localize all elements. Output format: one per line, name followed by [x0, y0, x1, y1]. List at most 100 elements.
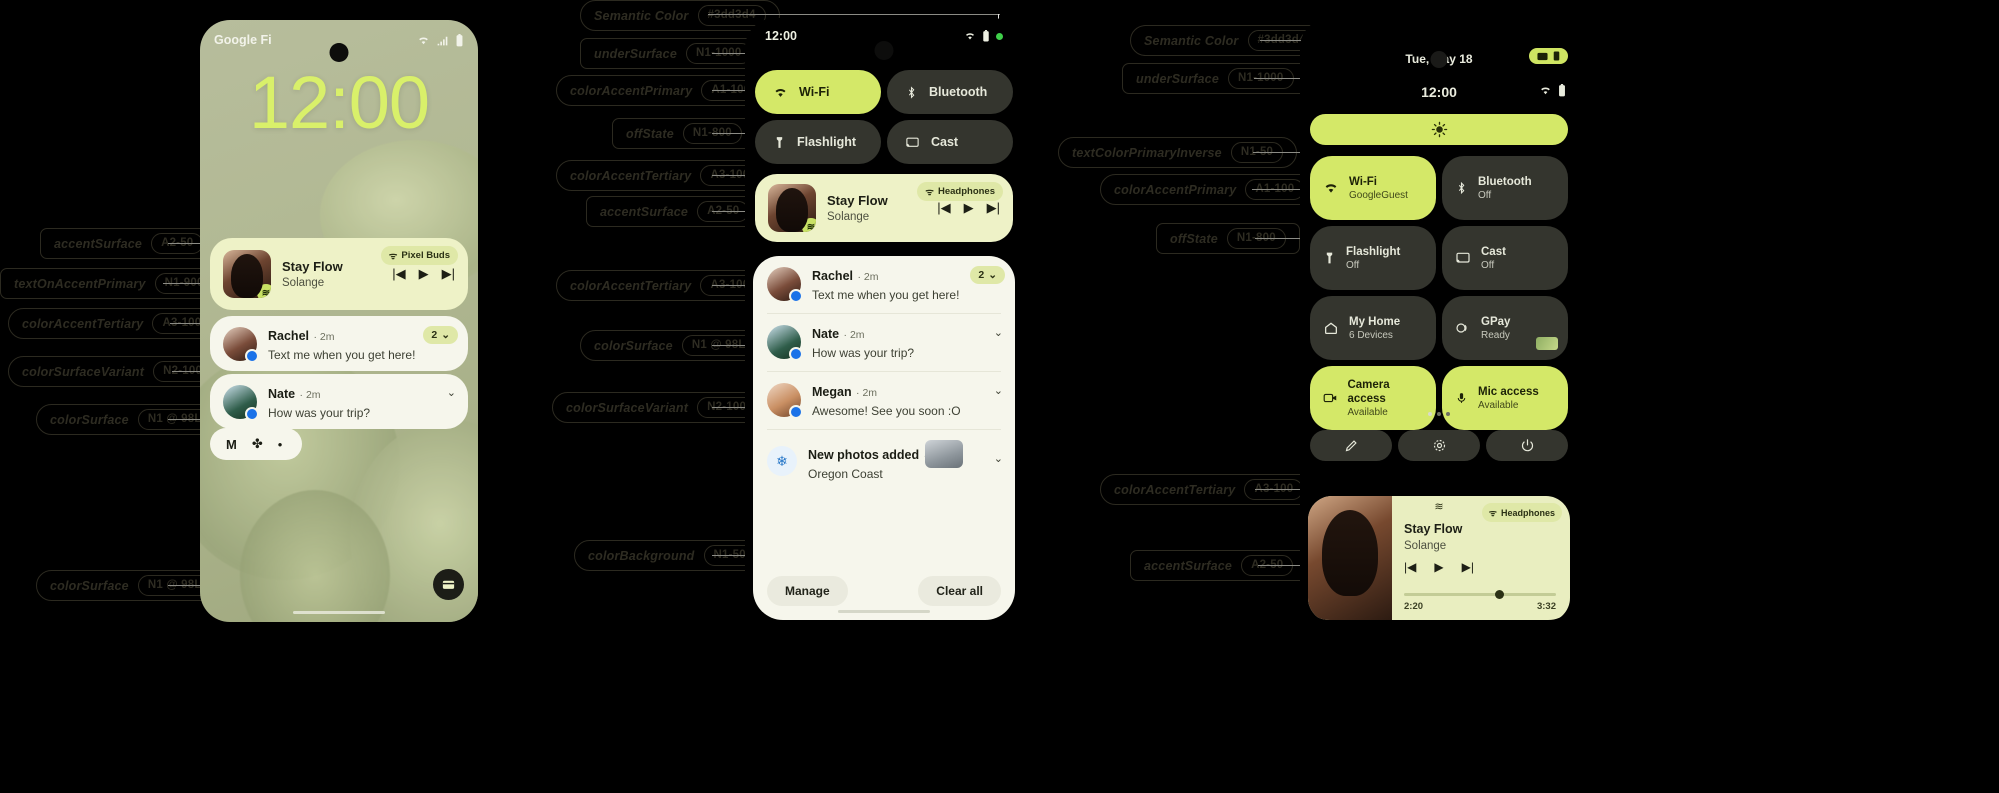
annotation-label: offState	[1170, 231, 1218, 246]
notification-subtitle: Oregon Coast	[808, 467, 883, 481]
annotation-label: colorAccentTertiary	[22, 316, 144, 331]
remaining-time: 3:32	[1536, 601, 1556, 612]
message-body: Text me when you get here!	[268, 348, 416, 362]
notification-row[interactable]: Rachel · 2m Text me when you get here! 2…	[210, 316, 468, 371]
notification-card-rachel[interactable]: Rachel · 2m Text me when you get here! 2…	[210, 316, 468, 371]
camera-punch-hole	[329, 43, 349, 62]
output-device-chip[interactable]: ᯤ Pixel Buds	[380, 246, 458, 265]
message-body: How was your trip?	[268, 406, 371, 420]
qs-tile-wifi[interactable]: Wi-Fi	[755, 70, 881, 114]
notification-row-rachel[interactable]: Rachel · 2m Text me when you get here! 2…	[753, 256, 1015, 313]
notification-row[interactable]: Nate · 2m How was your trip? ⌄	[210, 374, 468, 429]
qs-tile-cast[interactable]: Cast Off	[1442, 226, 1568, 290]
shade-media-card[interactable]: ≋ Stay Flow Solange |◀ ▶ ▶| ᯤ Headphones	[755, 174, 1013, 242]
play-icon[interactable]: ▶	[1434, 560, 1443, 574]
notification-row-nate[interactable]: Nate · 2m How was your trip? ⌄	[753, 314, 1015, 371]
qs-tile-my-home[interactable]: My Home 6 Devices	[1310, 296, 1436, 360]
qs-media-player[interactable]: Stay Flow Solange |◀ ▶ ▶| ᯤ Headphones ≋…	[1308, 496, 1570, 620]
page-dot[interactable]	[1437, 412, 1441, 416]
tile-sublabel: GoogleGuest	[1349, 190, 1408, 202]
annotation-label: colorSurface	[50, 412, 129, 427]
notification-row-megan[interactable]: Megan · 2m Awesome! See you soon :O ⌄	[753, 372, 1015, 429]
phone-quick-settings: Tue, May 18 12:00 Wi-Fi GoogleGuest Blue…	[1300, 18, 1578, 620]
app-shortcut-strip[interactable]: M ✤ •	[210, 428, 302, 460]
qs-tile-camera-access[interactable]: Camera access Available	[1310, 366, 1436, 430]
photos-icon: ❄	[767, 446, 797, 476]
notification-title: New photos added	[808, 448, 920, 462]
flashlight-icon	[1326, 252, 1333, 264]
pinwheel-icon[interactable]: ✤	[252, 436, 263, 452]
message-body: Awesome! See you soon :O	[812, 404, 961, 418]
qs-clock: 12:00	[1421, 84, 1457, 100]
avatar	[767, 383, 803, 419]
skip-previous-icon[interactable]: |◀	[1404, 560, 1416, 574]
device-label: Headphones	[937, 186, 995, 197]
media-seek-bar[interactable]	[1404, 590, 1556, 599]
output-device-chip[interactable]: ᯤ Headphones	[917, 182, 1003, 201]
messages-badge-icon	[789, 347, 803, 361]
cast-icon	[1537, 52, 1548, 60]
power-button[interactable]	[1486, 430, 1568, 461]
tile-label: My Home	[1349, 315, 1401, 328]
annotation-label: colorSurfaceVariant	[566, 400, 689, 415]
skip-next-icon[interactable]: ▶|	[987, 200, 1000, 216]
manage-button[interactable]: Manage	[767, 576, 848, 606]
cast-icon	[1456, 252, 1470, 263]
output-device-chip[interactable]: ᯤ Headphones	[1481, 503, 1562, 522]
settings-button[interactable]	[1398, 430, 1480, 461]
notification-row-photos[interactable]: ❄ New photos added · 5m Oregon Coast ⌄	[753, 430, 1015, 492]
notification-card-nate[interactable]: Nate · 2m How was your trip? ⌄	[210, 374, 468, 429]
timestamp: · 2m	[313, 331, 335, 343]
annotation-label: accentSurface	[54, 236, 143, 251]
message-body: Text me when you get here!	[812, 288, 960, 302]
notification-count-chip[interactable]: 2 ⌄	[970, 266, 1005, 284]
qs-tile-bluetooth[interactable]: Bluetooth	[887, 70, 1013, 114]
qs-tile-flashlight[interactable]: Flashlight Off	[1310, 226, 1436, 290]
qs-tile-flashlight[interactable]: Flashlight	[755, 120, 881, 164]
brightness-slider[interactable]	[1310, 114, 1568, 145]
photo-thumbnail	[925, 440, 963, 468]
media-artist: Solange	[827, 211, 870, 224]
lockscreen-media-card[interactable]: ≋ Stay Flow Solange |◀ ▶ ▶| ᯤ Pixel Buds	[210, 238, 468, 310]
media-artist: Solange	[1404, 539, 1447, 552]
skip-previous-icon[interactable]: |◀	[937, 200, 950, 216]
annotation-label: Semantic Color	[594, 8, 689, 23]
bluetooth-icon	[908, 85, 915, 99]
sender-name: Megan	[812, 385, 852, 399]
camera-icon	[1323, 393, 1337, 403]
messages-badge-icon	[789, 405, 803, 419]
chevron-down-icon[interactable]: ⌄	[447, 386, 456, 399]
play-icon[interactable]: ▶	[964, 200, 974, 216]
notification-count-chip[interactable]: 2 ⌄	[423, 326, 458, 344]
chevron-down-icon[interactable]: ⌄	[994, 384, 1003, 397]
qs-tile-cast[interactable]: Cast	[887, 120, 1013, 164]
play-icon[interactable]: ▶	[419, 266, 429, 282]
page-dot-active[interactable]	[1428, 412, 1432, 416]
page-indicator	[1300, 412, 1578, 416]
annotation-label: colorSurface	[594, 338, 673, 353]
chevron-down-icon[interactable]: ⌄	[994, 326, 1003, 339]
wallet-button[interactable]	[433, 569, 464, 600]
carrier-label: Google Fi	[214, 33, 272, 47]
dot-icon[interactable]: •	[278, 437, 283, 452]
gmail-icon[interactable]: M	[226, 437, 237, 452]
status-icons	[417, 33, 464, 47]
qs-tile-bluetooth[interactable]: Bluetooth Off	[1442, 156, 1568, 220]
chevron-down-icon[interactable]: ⌄	[994, 452, 1003, 465]
qs-tile-gpay[interactable]: GPay Ready	[1442, 296, 1568, 360]
clear-all-button[interactable]: Clear all	[918, 576, 1001, 606]
page-dot[interactable]	[1446, 412, 1450, 416]
edit-button[interactable]	[1310, 430, 1392, 461]
camera-punch-hole	[1430, 51, 1448, 68]
cast-battery-chip[interactable]	[1529, 48, 1568, 64]
skip-previous-icon[interactable]: |◀	[392, 266, 405, 282]
chevron-down-icon: ⌄	[441, 329, 450, 341]
chevron-down-icon: ⌄	[988, 269, 997, 281]
qs-tile-wifi[interactable]: Wi-Fi GoogleGuest	[1310, 156, 1436, 220]
skip-next-icon[interactable]: ▶|	[1462, 560, 1474, 574]
qs-tile-mic-access[interactable]: Mic access Available	[1442, 366, 1568, 430]
tile-label: Mic access	[1478, 385, 1539, 398]
album-art: ≋	[768, 184, 816, 232]
headphones-icon: ᯤ	[925, 187, 934, 198]
skip-next-icon[interactable]: ▶|	[442, 266, 455, 282]
